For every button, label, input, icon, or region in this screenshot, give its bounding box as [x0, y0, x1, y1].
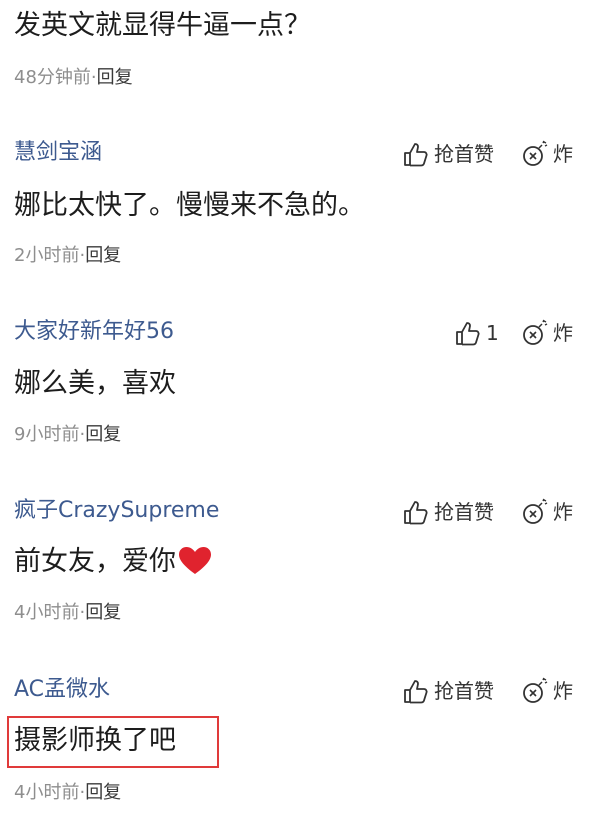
- comment-meta: 4小时前·回复: [14, 601, 121, 625]
- reply-button[interactable]: 回复: [85, 602, 121, 623]
- bomb-icon: [521, 498, 549, 526]
- thumbs-up-icon: [402, 677, 430, 705]
- like-button[interactable]: 1: [454, 318, 499, 348]
- comment-username[interactable]: 大家好新年好56: [14, 317, 174, 347]
- bomb-button[interactable]: 炸: [521, 676, 573, 706]
- thumbs-up-icon: [402, 140, 430, 168]
- comment-time: 2小时前: [14, 245, 80, 266]
- bomb-label: 炸: [553, 142, 573, 166]
- comment-meta: 48分钟前·回复: [14, 66, 133, 90]
- reply-button[interactable]: 回复: [85, 245, 121, 266]
- comment-meta: 2小时前·回复: [14, 244, 121, 268]
- comment-time: 4小时前: [14, 782, 80, 803]
- comment-text: 前女友，爱你: [14, 546, 176, 577]
- comment-username[interactable]: 慧剑宝涵: [14, 138, 102, 168]
- like-button[interactable]: 抢首赞: [402, 676, 494, 706]
- comment-time: 9小时前: [14, 424, 80, 445]
- bomb-label: 炸: [553, 679, 573, 703]
- like-button[interactable]: 抢首赞: [402, 139, 494, 169]
- thumbs-up-icon: [454, 319, 482, 347]
- bomb-icon: [521, 677, 549, 705]
- bomb-label: 炸: [553, 321, 573, 345]
- comment-content: 娜么美，喜欢: [14, 368, 176, 399]
- like-label: 抢首赞: [434, 500, 494, 524]
- like-label: 抢首赞: [434, 679, 494, 703]
- comment-meta: 9小时前·回复: [14, 423, 121, 447]
- heart-icon: [178, 546, 212, 576]
- bomb-button[interactable]: 炸: [521, 139, 573, 169]
- bomb-button[interactable]: 炸: [521, 497, 573, 527]
- bomb-icon: [521, 319, 549, 347]
- thumbs-up-icon: [402, 498, 430, 526]
- comment-meta: 4小时前·回复: [14, 781, 121, 805]
- comment-time: 48分钟前: [14, 67, 91, 88]
- bomb-label: 炸: [553, 500, 573, 524]
- reply-button[interactable]: 回复: [85, 424, 121, 445]
- reply-button[interactable]: 回复: [85, 782, 121, 803]
- comment-username[interactable]: AC孟微水: [14, 675, 110, 705]
- like-button[interactable]: 抢首赞: [402, 497, 494, 527]
- bomb-button[interactable]: 炸: [521, 318, 573, 348]
- comment-content: 发英文就显得牛逼一点？: [14, 10, 311, 41]
- reply-button[interactable]: 回复: [97, 67, 133, 88]
- comment-content: 前女友，爱你: [14, 542, 212, 582]
- comment-time: 4小时前: [14, 602, 80, 623]
- like-label: 抢首赞: [434, 142, 494, 166]
- like-count: 1: [486, 321, 499, 345]
- comment-content: 娜比太快了。慢慢来不急的。: [14, 190, 365, 221]
- comment-content: 摄影师换了吧: [14, 725, 176, 756]
- bomb-icon: [521, 140, 549, 168]
- comment-username[interactable]: 疯子CrazySupreme: [14, 496, 219, 526]
